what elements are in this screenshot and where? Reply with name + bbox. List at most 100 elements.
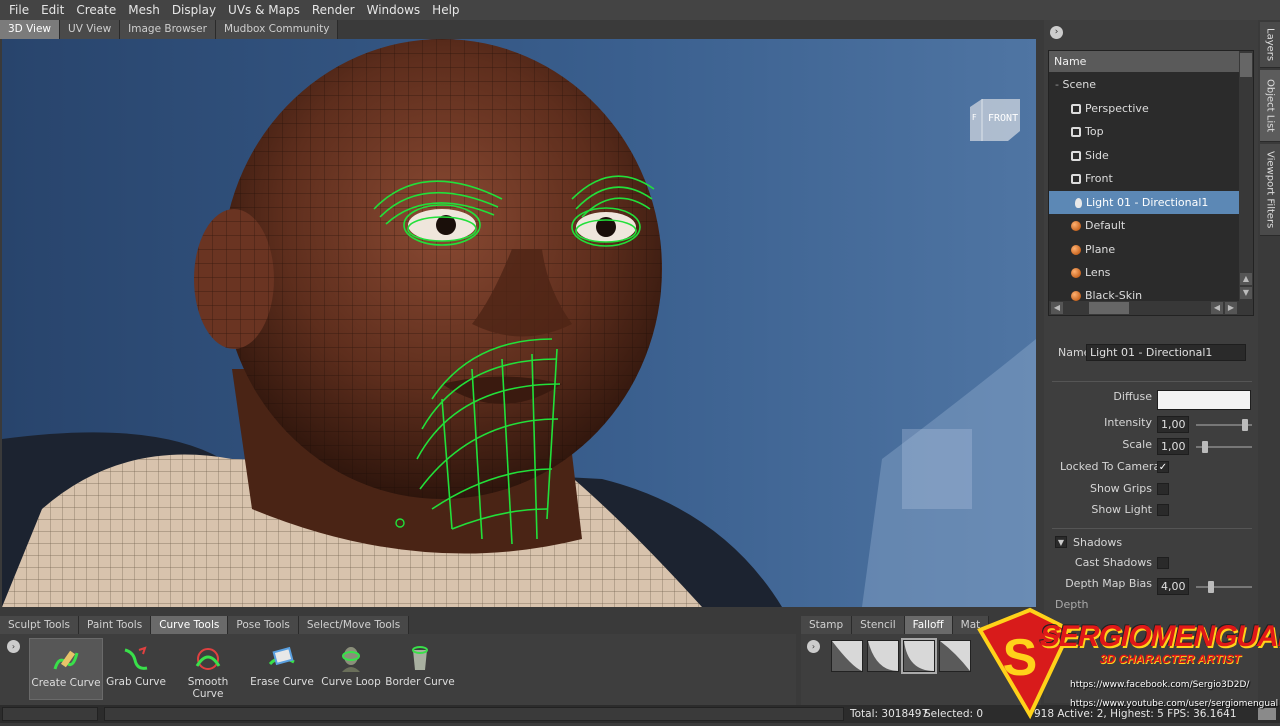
tab-stencil[interactable]: Stencil [852,616,905,634]
menu-file[interactable]: File [3,0,35,20]
tab-label: Layers [1264,27,1276,62]
name-field[interactable]: Light 01 - Directional1 [1086,344,1246,361]
menu-help[interactable]: Help [426,0,465,20]
tree-item-label: Black-Skin [1085,289,1143,301]
slider-handle[interactable] [1242,419,1248,431]
curve-loop-icon [342,647,360,672]
scroll-down-arrow-icon[interactable]: ▼ [1240,287,1252,299]
viewcube-edge-label: F [972,113,977,122]
scale-field[interactable]: 1,00 [1157,438,1189,455]
erase-curve-icon [268,646,295,666]
cast-shadows-checkbox[interactable] [1157,557,1169,569]
falloff-swatch[interactable] [831,640,863,672]
depth-map-bias-slider[interactable] [1196,581,1252,593]
scale-slider[interactable] [1196,441,1252,453]
tree-item-label: Front [1085,172,1113,185]
depth-map-bias-field[interactable]: 4,00 [1157,578,1189,595]
tree-item-default[interactable]: Default [1049,214,1239,237]
tab-object-list[interactable]: Object List [1260,70,1280,142]
smooth-curve-tool[interactable]: Smooth Curve [171,638,245,700]
tab-curve-tools[interactable]: Curve Tools [151,616,229,634]
scroll-thumb[interactable] [1240,53,1252,77]
tab-falloff[interactable]: Falloff [904,616,953,634]
tab-sculpt-tools[interactable]: Sculpt Tools [0,616,79,634]
tab-uv-view[interactable]: UV View [60,20,121,39]
falloff-curve-icon [904,641,934,671]
falloff-swatch[interactable] [867,640,899,672]
intensity-field[interactable]: 1,00 [1157,416,1189,433]
slider-handle[interactable] [1202,441,1208,453]
show-light-checkbox[interactable] [1157,504,1169,516]
depth-map-bias-label: Depth Map Bias [1065,577,1152,590]
tab-pose-tools[interactable]: Pose Tools [228,616,299,634]
shelf-menu-button[interactable]: › [807,640,820,653]
tab-3d-view[interactable]: 3D View [0,20,61,39]
tab-image-browser[interactable]: Image Browser [120,20,216,39]
curve-loop-tool[interactable]: Curve Loop [314,638,388,700]
scroll-thumb[interactable] [1089,302,1129,314]
tree-vertical-scrollbar[interactable]: ▲ ▼ [1239,51,1253,301]
tree-item-scene[interactable]: - Scene [1049,73,1239,96]
erase-curve-tool[interactable]: Erase Curve [245,638,319,700]
tab-paint-tools[interactable]: Paint Tools [79,616,152,634]
status-field [104,707,844,721]
viewcube[interactable]: F FRONT [968,97,1022,143]
grab-curve-tool[interactable]: Grab Curve [99,638,173,700]
slider-handle[interactable] [1208,581,1214,593]
tree-item-top[interactable]: Top [1049,120,1239,143]
tree-item-light-01[interactable]: Light 01 - Directional1 [1049,191,1239,214]
tree-item-front[interactable]: Front [1049,167,1239,190]
shadows-section-label: Shadows [1073,536,1123,549]
tab-mudbox-community[interactable]: Mudbox Community [215,20,339,39]
show-grips-label: Show Grips [1090,482,1152,495]
tree-item-perspective[interactable]: Perspective [1049,97,1239,120]
tree-item-side[interactable]: Side [1049,144,1239,167]
diffuse-color-swatch[interactable] [1157,390,1251,410]
light-icon [1075,198,1082,208]
tree-header-name[interactable]: Name [1049,51,1239,72]
menu-create[interactable]: Create [70,0,122,20]
border-curve-tool[interactable]: Border Curve [383,638,457,700]
object-list-tree[interactable]: Name - Scene Perspective Top Side Front … [1048,50,1254,316]
menu-uvs-maps[interactable]: UVs & Maps [222,0,306,20]
tool-tray-tabs: Sculpt Tools Paint Tools Curve Tools Pos… [0,616,795,634]
menu-edit[interactable]: Edit [35,0,70,20]
scroll-left-arrow-icon[interactable]: ◀ [1211,302,1223,314]
scroll-left-arrow-icon[interactable]: ◀ [1051,302,1063,314]
menu-mesh[interactable]: Mesh [122,0,166,20]
falloff-swatch[interactable] [901,638,937,674]
menu-display[interactable]: Display [166,0,222,20]
3d-viewport[interactable]: F FRONT [2,39,1036,607]
tree-item-black-skin[interactable]: Black-Skin [1049,284,1239,301]
menu-render[interactable]: Render [306,0,361,20]
tab-stamp[interactable]: Stamp [801,616,853,634]
falloff-curve-icon [868,641,898,671]
shadows-section-toggle[interactable]: ▼ [1055,536,1067,548]
tree-item-plane[interactable]: Plane [1049,238,1239,261]
shelf-menu-button[interactable]: › [7,640,20,653]
tab-viewport-filters[interactable]: Viewport Filters [1260,144,1280,236]
tree-horizontal-scrollbar[interactable]: ◀ ◀ ▶ [1049,301,1253,315]
tree-item-label: Lens [1085,266,1111,279]
viewcube-label: FRONT [988,113,1019,124]
tab-layers[interactable]: Layers [1260,22,1280,68]
create-curve-tool[interactable]: Create Curve [29,638,103,700]
tree-item-label: Perspective [1085,102,1149,115]
show-grips-checkbox[interactable] [1157,483,1169,495]
locked-to-camera-checkbox[interactable]: ✓ [1157,461,1169,473]
camera-icon [1071,151,1081,161]
material-icon [1071,268,1081,278]
material-icon [1071,291,1081,301]
grab-curve-icon [124,646,148,670]
scroll-right-arrow-icon[interactable]: ▶ [1225,302,1237,314]
tab-label: Viewport Filters [1264,150,1276,229]
intensity-slider[interactable] [1196,419,1252,431]
tree-item-lens[interactable]: Lens [1049,261,1239,284]
camera-icon [1071,174,1081,184]
panel-collapse-button[interactable]: › [1050,26,1063,39]
menu-bar: File Edit Create Mesh Display UVs & Maps… [0,0,1280,20]
border-curve-icon [412,646,428,670]
scroll-up-arrow-icon[interactable]: ▲ [1240,273,1252,285]
menu-windows[interactable]: Windows [361,0,427,20]
tab-select-move-tools[interactable]: Select/Move Tools [298,616,410,634]
